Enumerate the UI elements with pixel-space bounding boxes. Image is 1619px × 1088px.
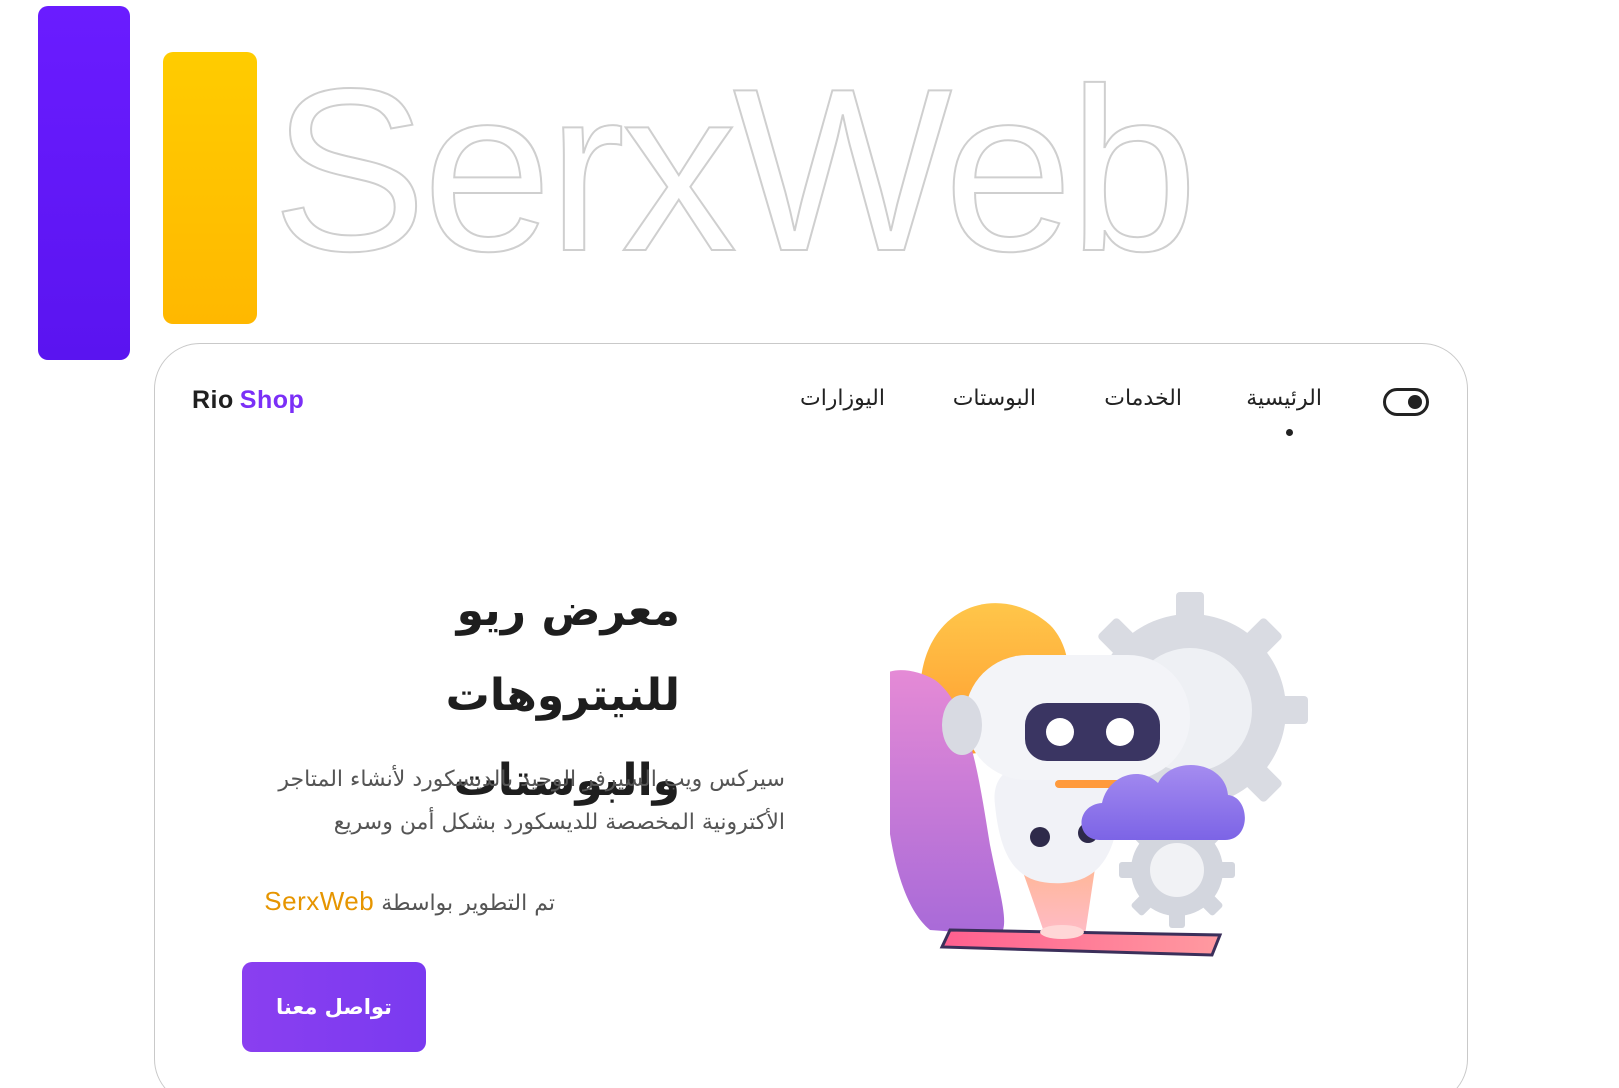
brand-wordmark: SerxWeb	[271, 41, 1199, 300]
credit-brand[interactable]: SerxWeb	[264, 886, 374, 916]
nav-item-boosts[interactable]: البوستات	[953, 386, 1036, 411]
hero-description: سيركس ويب السيرفر الوحيد بالديسكورد لأنش…	[278, 767, 785, 835]
nav-item-services[interactable]: الخدمات	[1104, 386, 1182, 411]
robot-gears-cloud-illustration	[890, 592, 1308, 957]
robot-visor	[1025, 703, 1160, 761]
brand-bar-yellow	[163, 52, 257, 324]
nav-item-users[interactable]: اليوزارات	[800, 386, 885, 411]
credit-line: تم التطوير بواسطة SerxWeb	[240, 886, 555, 917]
toggle-knob	[1408, 395, 1422, 409]
credit-text: تم التطوير بواسطة	[381, 891, 555, 916]
nav-active-indicator	[1286, 429, 1293, 436]
brand-bar-purple	[38, 6, 130, 360]
page: SerxWeb Rio Shop الرئيسية الخدمات البوستا…	[0, 0, 1619, 1088]
nav-item-home[interactable]: الرئيسية	[1246, 386, 1322, 411]
contact-us-button[interactable]: تواصل معنا	[242, 962, 426, 1052]
toggle-icon[interactable]	[1383, 388, 1429, 416]
main-nav: الرئيسية الخدمات البوستات اليوزارات	[0, 386, 1619, 426]
